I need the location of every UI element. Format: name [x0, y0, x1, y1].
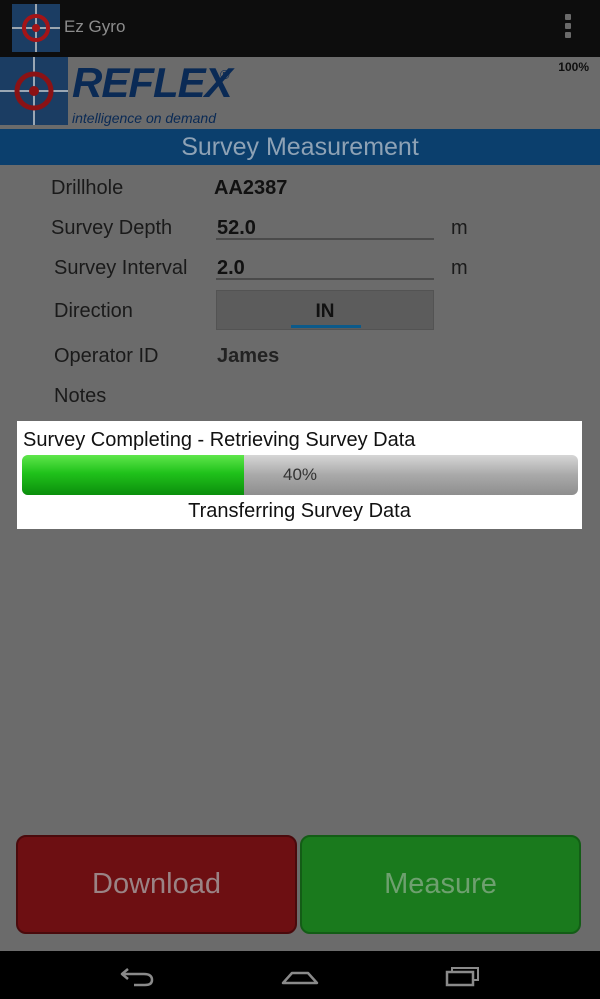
- recent-apps-icon[interactable]: [443, 961, 483, 989]
- back-icon[interactable]: [118, 961, 158, 989]
- survey-depth-underline: [216, 238, 434, 240]
- app-icon[interactable]: [12, 4, 60, 52]
- page-title: Survey Measurement: [181, 132, 419, 161]
- reflex-logo-icon: [0, 57, 68, 125]
- survey-interval-input[interactable]: 2.0: [217, 257, 245, 280]
- progress-percent: 40%: [282, 465, 318, 484]
- brand-tagline: intelligence on demand: [72, 110, 216, 126]
- drillhole-value: AA2387: [214, 177, 288, 199]
- progress-bar: 40%: [22, 455, 578, 495]
- battery-level: 100%: [558, 60, 589, 74]
- drillhole-label: Drillhole: [51, 177, 124, 199]
- survey-depth-label: Survey Depth: [51, 217, 173, 239]
- direction-toggle[interactable]: IN: [216, 290, 434, 330]
- operator-label: Operator ID: [54, 345, 159, 367]
- dialog-message: Transferring Survey Data: [188, 500, 411, 522]
- download-button[interactable]: Download: [16, 835, 297, 934]
- measure-button[interactable]: Measure: [300, 835, 581, 934]
- navigation-bar: [0, 951, 600, 999]
- operator-value: James: [217, 345, 280, 367]
- action-bar: Ez Gyro: [0, 0, 600, 57]
- dialog-title: Survey Completing - Retrieving Survey Da…: [23, 429, 416, 451]
- survey-depth-unit: m: [451, 217, 468, 239]
- page-title-bar: Survey Measurement: [0, 129, 600, 165]
- survey-interval-underline: [216, 278, 434, 280]
- direction-value: IN: [315, 301, 335, 322]
- survey-interval-unit: m: [451, 257, 468, 279]
- home-icon[interactable]: [280, 961, 320, 989]
- survey-interval-label: Survey Interval: [54, 257, 188, 279]
- progress-dialog: Survey Completing - Retrieving Survey Da…: [17, 421, 582, 529]
- direction-label: Direction: [54, 300, 133, 322]
- app-title: Ez Gyro: [64, 17, 126, 36]
- overflow-menu-icon[interactable]: [556, 12, 580, 44]
- survey-depth-input[interactable]: 52.0: [217, 217, 256, 240]
- registered-mark: ®: [220, 67, 230, 82]
- direction-indicator: [291, 325, 361, 328]
- notes-label: Notes: [54, 385, 107, 407]
- brand-name: REFLEX: [72, 59, 233, 106]
